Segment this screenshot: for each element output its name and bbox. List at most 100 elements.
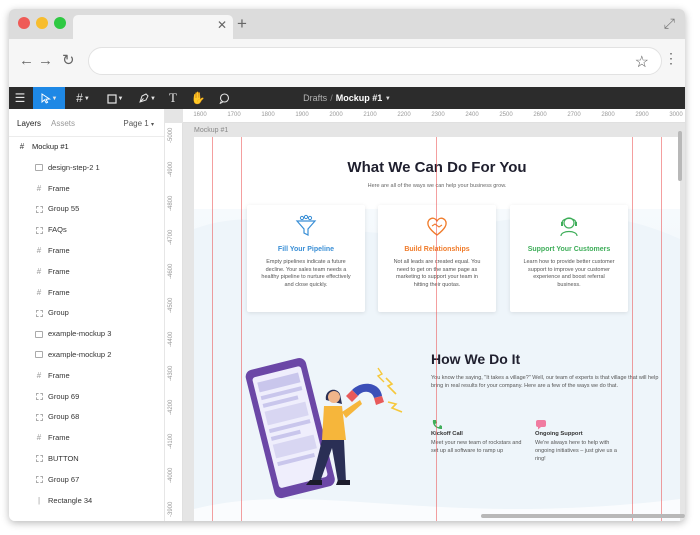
browser-tab-bar: ✕ + ⤢ bbox=[9, 9, 685, 39]
layer-name: Frame bbox=[48, 183, 70, 193]
layout-grid-line bbox=[212, 137, 213, 521]
mockup-frame[interactable]: What We Can Do For You Here are all of t… bbox=[194, 137, 680, 521]
layer-item[interactable]: example-mockup 2 bbox=[9, 345, 165, 366]
tab-assets[interactable]: Assets bbox=[51, 119, 75, 128]
browser-tab[interactable]: ✕ bbox=[73, 15, 233, 39]
group-icon bbox=[34, 407, 44, 428]
layer-item[interactable]: | Rectangle 34 bbox=[9, 491, 165, 512]
page-selector[interactable]: Page 1 ▾ bbox=[123, 119, 154, 128]
bookmark-star-icon[interactable]: ☆ bbox=[635, 52, 649, 72]
reload-icon[interactable]: ↻ bbox=[62, 53, 75, 69]
image-icon bbox=[34, 158, 44, 179]
main-menu-icon[interactable]: ☰ bbox=[9, 87, 31, 109]
comment-tool-icon[interactable] bbox=[213, 87, 235, 109]
rectangle-icon: | bbox=[37, 495, 41, 505]
layer-item[interactable]: Group 68 bbox=[9, 407, 165, 428]
frame-label[interactable]: Mockup #1 bbox=[194, 127, 228, 134]
pen-tool-icon[interactable]: ▼ bbox=[133, 87, 161, 109]
browser-menu-icon[interactable]: ⋮ bbox=[664, 51, 678, 65]
image-icon bbox=[34, 345, 44, 366]
ruler-tick-label: 2400 bbox=[465, 112, 479, 118]
layer-name: Group 68 bbox=[48, 412, 80, 422]
card-title: Fill Your Pipeline bbox=[277, 246, 335, 253]
phone-icon bbox=[432, 420, 442, 429]
ruler-tick-label: 1800 bbox=[261, 112, 275, 118]
ruler-tick-label: -5000 bbox=[168, 127, 174, 143]
ruler-tick-label: -4600 bbox=[168, 263, 174, 279]
frame-icon: # bbox=[36, 183, 42, 193]
layer-name: Mockup #1 bbox=[32, 142, 69, 151]
fullscreen-icon[interactable]: ⤢ bbox=[664, 15, 675, 32]
frame-icon: # bbox=[36, 266, 42, 276]
layer-item[interactable]: # Frame bbox=[9, 179, 165, 200]
minimize-window-button[interactable] bbox=[36, 17, 48, 29]
ruler-tick-label: 2000 bbox=[329, 112, 343, 118]
layer-item[interactable]: Group 69 bbox=[9, 387, 165, 408]
service-card-relationships[interactable]: Build Relationships Not all leads are cr… bbox=[378, 205, 496, 312]
ruler-tick-label: 2600 bbox=[533, 112, 547, 118]
shape-tool-icon[interactable]: ▼ bbox=[101, 87, 129, 109]
layer-name: Group 69 bbox=[48, 391, 80, 401]
layer-name: Group 55 bbox=[48, 204, 80, 214]
layer-item[interactable]: # Mockup #1 bbox=[9, 137, 165, 158]
layer-item[interactable]: example-mockup 3 bbox=[9, 324, 165, 345]
layer-item[interactable]: # Frame bbox=[9, 366, 165, 387]
file-menu-chevron-icon[interactable]: ▼ bbox=[383, 96, 391, 102]
layer-name: Frame bbox=[48, 287, 70, 297]
service-card-support[interactable]: Support Your Customers Learn how to prov… bbox=[510, 205, 628, 312]
horizontal-scrollbar[interactable] bbox=[481, 514, 685, 518]
text-tool-icon[interactable]: T bbox=[163, 87, 183, 109]
address-bar[interactable]: ☆ bbox=[88, 47, 662, 75]
move-tool-icon[interactable]: ▼ bbox=[33, 87, 65, 109]
ruler-tick-label: 3000 bbox=[669, 112, 683, 118]
layer-item[interactable]: BUTTON bbox=[9, 449, 165, 470]
layer-name: Group 67 bbox=[48, 474, 80, 484]
frame-icon: # bbox=[19, 142, 25, 151]
service-card-pipeline[interactable]: Fill Your Pipeline Empty pipelines indic… bbox=[247, 205, 365, 312]
forward-arrow-icon[interactable]: → bbox=[38, 53, 53, 69]
frame-icon: # bbox=[36, 287, 42, 297]
ruler-tick-label: 1600 bbox=[193, 112, 207, 118]
ruler-tick-label: 1900 bbox=[295, 112, 309, 118]
breadcrumb-separator: / bbox=[330, 93, 333, 103]
group-icon bbox=[34, 449, 44, 470]
layer-item[interactable]: # Frame bbox=[9, 241, 165, 262]
layer-name: Frame bbox=[48, 433, 70, 443]
feature-text-kickoff: Meet your new team of rockstars and set … bbox=[431, 440, 522, 454]
hand-tool-icon[interactable]: ✋ bbox=[187, 87, 209, 109]
ruler-tick-label: 2800 bbox=[601, 112, 615, 118]
file-name[interactable]: Mockup #1 bbox=[336, 93, 383, 103]
layer-name: Frame bbox=[48, 245, 70, 255]
ruler-tick-label: -4500 bbox=[168, 297, 174, 313]
frame-tool-icon[interactable]: #▼ bbox=[69, 87, 97, 109]
vertical-scrollbar[interactable] bbox=[678, 131, 682, 181]
canvas[interactable]: 1600 1700 1800 1900 2000 2100 2200 2300 2400 2500… bbox=[165, 109, 685, 521]
breadcrumb-drafts[interactable]: Drafts bbox=[303, 93, 327, 103]
browser-window: ✕ + ⤢ ← → ↻ ☆ ⋮ Drafts / Mockup #1 ▼ ☰ ▼ #… bbox=[9, 9, 685, 521]
close-tab-icon[interactable]: ✕ bbox=[217, 18, 227, 32]
layer-item[interactable]: Group 67 bbox=[9, 470, 165, 491]
ruler-tick-label: -4100 bbox=[168, 433, 174, 449]
layer-item[interactable]: Group 55 bbox=[9, 199, 165, 220]
tab-layers[interactable]: Layers bbox=[17, 119, 41, 128]
section-body: You know the saying, "It takes a village… bbox=[431, 375, 659, 389]
panel-tabs: Layers Assets Page 1 ▾ bbox=[9, 109, 164, 137]
back-arrow-icon[interactable]: ← bbox=[19, 53, 34, 69]
group-icon bbox=[34, 220, 44, 241]
layer-name: design-step-2 1 bbox=[48, 162, 100, 172]
layer-name: Group bbox=[48, 308, 69, 318]
chevron-down-icon: ▾ bbox=[150, 122, 154, 128]
ruler-tick-label: -4200 bbox=[168, 399, 174, 415]
browser-toolbar: ← → ↻ ☆ ⋮ bbox=[9, 39, 685, 85]
close-window-button[interactable] bbox=[18, 17, 30, 29]
layer-name: Rectangle 34 bbox=[48, 495, 93, 505]
layer-item[interactable]: FAQs bbox=[9, 220, 165, 241]
figma-toolbar: Drafts / Mockup #1 ▼ ☰ ▼ #▼ ▼ ▼ T ✋ bbox=[9, 87, 685, 109]
layer-item[interactable]: design-step-2 1 bbox=[9, 158, 165, 179]
layer-item[interactable]: # Frame bbox=[9, 283, 165, 304]
maximize-window-button[interactable] bbox=[54, 17, 66, 29]
layer-item[interactable]: # Frame bbox=[9, 262, 165, 283]
layer-item[interactable]: # Frame bbox=[9, 428, 165, 449]
layer-item[interactable]: Group bbox=[9, 303, 165, 324]
new-tab-icon[interactable]: + bbox=[237, 15, 247, 33]
